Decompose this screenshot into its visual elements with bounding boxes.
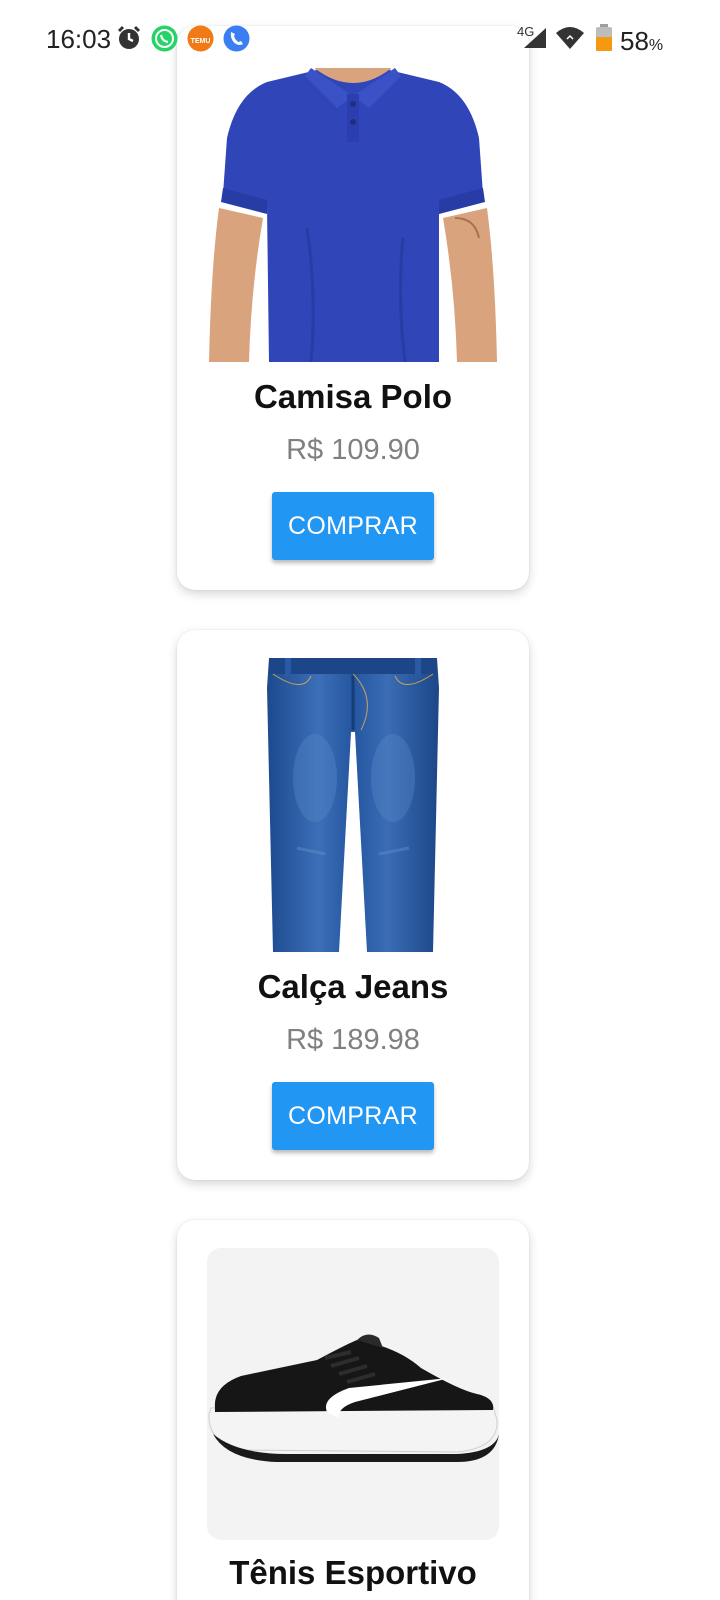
product-price: R$ 189.98: [286, 1024, 420, 1056]
buy-button-polo[interactable]: COMPRAR: [272, 492, 434, 560]
battery-percent-symbol: %: [648, 37, 664, 54]
whatsapp-icon: [151, 25, 178, 57]
product-name: Calça Jeans: [257, 968, 449, 1005]
product-price: R$ 109.90: [286, 434, 420, 466]
alarm-icon: [116, 25, 142, 56]
battery-percent-value: 58: [620, 26, 649, 56]
product-card: Tênis Esportivo: [177, 1220, 529, 1600]
product-card: Calça Jeans R$ 189.98 COMPRAR: [177, 630, 529, 1180]
status-time: 16:03: [46, 24, 112, 54]
product-card: Camisa Polo R$ 109.90 COMPRAR: [177, 26, 529, 590]
screen: Camisa Polo R$ 109.90 COMPRAR Calça Jean…: [0, 0, 720, 1600]
product-image-polo: [207, 68, 499, 363]
wifi-icon: [555, 26, 585, 55]
product-image-sneaker: [207, 1248, 499, 1540]
product-name: Tênis Esportivo: [229, 1554, 477, 1591]
product-name: Camisa Polo: [253, 378, 453, 415]
product-image-jeans: [207, 658, 499, 952]
battery-percent: 58%: [620, 26, 663, 57]
buy-button-jeans[interactable]: COMPRAR: [272, 1082, 434, 1150]
battery-icon: [595, 24, 613, 57]
